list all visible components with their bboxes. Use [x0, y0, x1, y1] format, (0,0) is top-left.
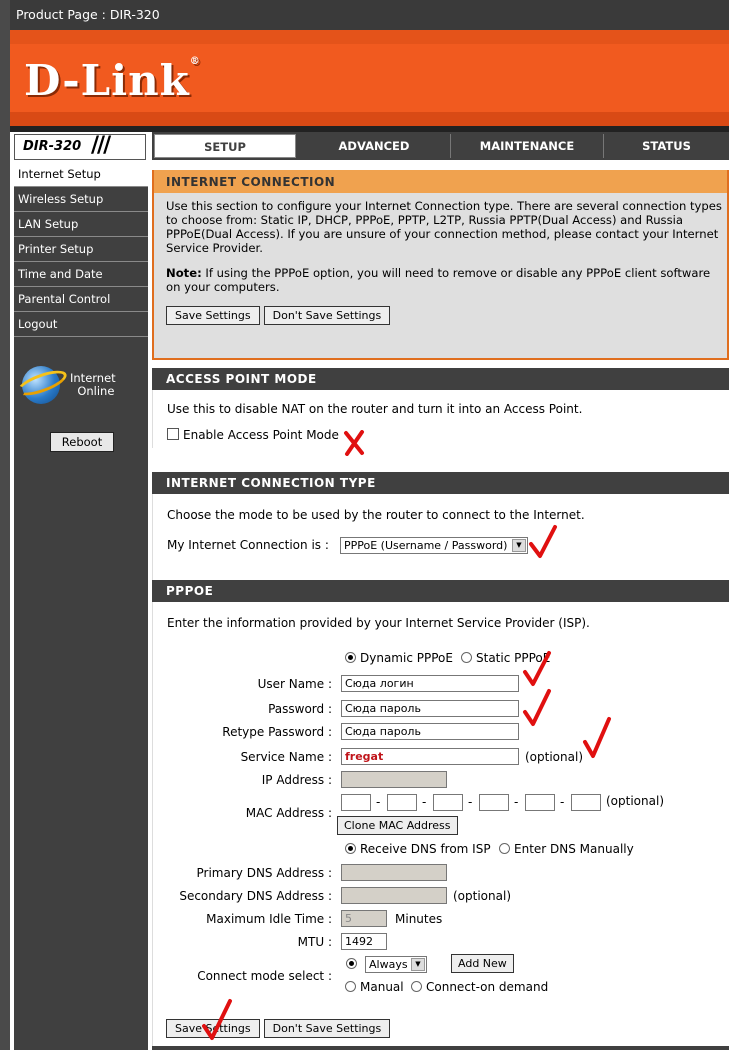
mac-octet-4[interactable] [479, 794, 509, 811]
section-description: Choose the mode to be used by the router… [167, 508, 585, 522]
manual-dns-radio[interactable] [499, 843, 510, 854]
connection-type-select[interactable]: PPPoE (Username / Password) ▼ [340, 537, 528, 554]
always-schedule-select[interactable]: Always ▼ [365, 956, 427, 973]
add-new-button[interactable]: Add New [451, 954, 514, 973]
service-name-input[interactable]: fregat [341, 748, 519, 765]
secondary-dns-optional: (optional) [453, 889, 511, 903]
access-point-section: ACCESS POINT MODE Use this to disable NA… [152, 368, 729, 468]
static-pppoe-radio[interactable] [461, 652, 472, 663]
sidebar-item-lan-setup[interactable]: LAN Setup [14, 212, 148, 237]
section-title: PPPOE [152, 580, 729, 602]
product-page-title: Product Page : DIR-320 [16, 7, 160, 22]
sidebar-item-wireless-setup[interactable]: Wireless Setup [14, 187, 148, 212]
user-name-input[interactable]: Сюда логин [341, 675, 519, 692]
service-name-label: Service Name : [240, 750, 332, 764]
retype-password-label: Retype Password : [222, 725, 332, 739]
password-input[interactable]: Сюда пароль [341, 700, 519, 717]
tab-advanced[interactable]: ADVANCED [298, 134, 451, 158]
minutes-label: Minutes [395, 912, 443, 926]
clone-mac-button[interactable]: Clone MAC Address [337, 816, 458, 835]
mtu-label: MTU : [297, 935, 332, 949]
connection-type-label: My Internet Connection is : [167, 538, 329, 552]
mac-octet-2[interactable] [387, 794, 417, 811]
connect-manual-radio[interactable] [345, 981, 356, 992]
receive-dns-radio[interactable] [345, 843, 356, 854]
chevron-down-icon: ▼ [411, 958, 425, 971]
product-page-bar: Product Page : DIR-320 [10, 0, 729, 30]
section-description: Enter the information provided by your I… [167, 616, 590, 630]
note-text: Note: If using the PPPoE option, you wil… [166, 266, 711, 294]
mac-address-label: MAC Address : [245, 806, 332, 820]
connect-on-demand-radio[interactable] [411, 981, 422, 992]
tab-setup[interactable]: SETUP [154, 134, 296, 158]
internet-connection-section: INTERNET CONNECTION Use this section to … [152, 170, 729, 360]
section-title: INTERNET CONNECTION [154, 170, 727, 193]
save-settings-button[interactable]: Save Settings [166, 1019, 260, 1038]
mac-octet-3[interactable] [433, 794, 463, 811]
sidebar-item-printer-setup[interactable]: Printer Setup [14, 237, 148, 262]
mac-octet-5[interactable] [525, 794, 555, 811]
sidebar-item-time-and-date[interactable]: Time and Date [14, 262, 148, 287]
section-divider [152, 1046, 729, 1050]
mac-octet-1[interactable] [341, 794, 371, 811]
model-slashes: /// [91, 133, 111, 158]
primary-dns-input [341, 864, 447, 881]
user-name-label: User Name : [257, 677, 332, 691]
save-settings-button[interactable]: Save Settings [166, 306, 260, 325]
mac-octet-6[interactable] [571, 794, 601, 811]
section-title: INTERNET CONNECTION TYPE [152, 472, 729, 494]
connect-always-radio[interactable] [346, 958, 357, 969]
dont-save-settings-button[interactable]: Don't Save Settings [263, 1019, 391, 1038]
main-tabs: SETUP ADVANCED MAINTENANCE STATUS [152, 132, 729, 160]
tab-maintenance[interactable]: MAINTENANCE [451, 134, 604, 158]
header-banner: D-Link® [10, 30, 729, 126]
connect-mode-label: Connect mode select : [197, 969, 332, 983]
pppoe-section: PPPOE Enter the information provided by … [152, 580, 729, 1050]
connection-type-section: INTERNET CONNECTION TYPE Choose the mode… [152, 472, 729, 584]
bottom-buttons: Save Settings Don't Save Settings [166, 1019, 394, 1038]
section-description: Use this to disable NAT on the router an… [167, 402, 583, 416]
optional-note: (optional) [525, 750, 583, 764]
internet-status: Internet Online [70, 371, 116, 398]
sidebar: Internet Setup Wireless Setup LAN Setup … [14, 162, 148, 1050]
idle-time-input: 5 [341, 910, 387, 927]
mtu-input[interactable]: 1492 [341, 933, 387, 950]
sidebar-item-parental-control[interactable]: Parental Control [14, 287, 148, 312]
secondary-dns-label: Secondary DNS Address : [179, 889, 332, 903]
idle-time-label: Maximum Idle Time : [206, 912, 332, 926]
model-badge: DIR-320 /// [14, 134, 146, 160]
mac-optional-note: (optional) [606, 794, 664, 808]
sidebar-item-logout[interactable]: Logout [14, 312, 148, 337]
retype-password-input[interactable]: Сюда пароль [341, 723, 519, 740]
ip-address-label: IP Address : [261, 773, 332, 787]
sidebar-item-internet-setup[interactable]: Internet Setup [14, 162, 148, 187]
ip-address-input [341, 771, 447, 788]
section-title: ACCESS POINT MODE [152, 368, 729, 390]
access-point-checkbox[interactable] [167, 428, 179, 440]
model-name: DIR-320 [23, 139, 82, 154]
left-edge [0, 0, 10, 1050]
secondary-dns-input [341, 887, 447, 904]
chevron-down-icon: ▼ [512, 539, 526, 552]
password-label: Password : [268, 702, 332, 716]
reboot-button[interactable]: Reboot [50, 432, 114, 452]
tab-status[interactable]: STATUS [604, 134, 729, 158]
dont-save-settings-button[interactable]: Don't Save Settings [263, 306, 391, 325]
access-point-label: Enable Access Point Mode [183, 428, 339, 442]
primary-dns-label: Primary DNS Address : [196, 866, 332, 880]
dynamic-pppoe-radio[interactable] [345, 652, 356, 663]
section-description: Use this section to configure your Inter… [166, 199, 722, 255]
dlink-logo: D-Link® [24, 56, 201, 105]
